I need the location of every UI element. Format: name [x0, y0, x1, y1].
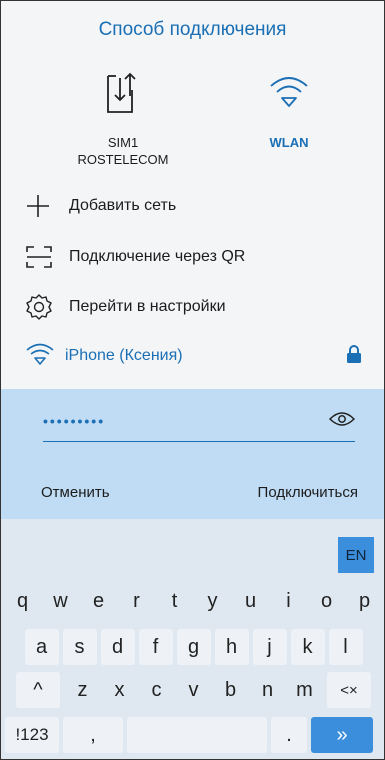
eye-icon[interactable]: [328, 410, 356, 433]
keyboard-row-3: ^ z x c v b n m <×: [1, 672, 384, 708]
add-network-item[interactable]: Добавить сеть: [25, 191, 176, 221]
network-name: iPhone (Ксения): [65, 347, 183, 364]
qr-connect-label: Подключение через QR: [69, 248, 246, 265]
key-s[interactable]: s: [62, 629, 97, 665]
wifi-icon: [25, 342, 55, 371]
key-y[interactable]: y: [194, 583, 232, 619]
connect-button[interactable]: Подключиться: [258, 484, 358, 501]
shift-key[interactable]: ^: [16, 672, 60, 708]
key-x[interactable]: x: [101, 672, 138, 708]
space-key[interactable]: [127, 717, 267, 753]
key-l[interactable]: l: [328, 629, 363, 665]
key-c[interactable]: c: [138, 672, 175, 708]
key-j[interactable]: j: [252, 629, 287, 665]
keyboard-row-1: q w e r t y u i o p: [1, 583, 384, 619]
password-masked-value: •••••••••: [43, 413, 106, 429]
key-w[interactable]: w: [42, 583, 80, 619]
key-z[interactable]: z: [64, 672, 101, 708]
wlan-label: WLAN: [269, 135, 309, 150]
language-key[interactable]: EN: [338, 537, 374, 573]
gear-icon: [25, 293, 61, 321]
key-p[interactable]: p: [346, 583, 384, 619]
qr-connect-item[interactable]: Подключение через QR: [25, 242, 245, 272]
qr-scan-icon: [25, 244, 61, 270]
key-a[interactable]: a: [24, 629, 59, 665]
key-n[interactable]: n: [249, 672, 286, 708]
keyboard-row-4: !123 , . »: [1, 717, 384, 753]
key-b[interactable]: b: [212, 672, 249, 708]
key-f[interactable]: f: [138, 629, 173, 665]
key-k[interactable]: k: [290, 629, 325, 665]
key-t[interactable]: t: [156, 583, 194, 619]
key-v[interactable]: v: [175, 672, 212, 708]
key-h[interactable]: h: [214, 629, 249, 665]
lock-icon: [346, 344, 362, 368]
key-q[interactable]: q: [4, 583, 42, 619]
keyboard-row-2: a s d f g h j k l: [1, 629, 384, 665]
key-e[interactable]: e: [80, 583, 118, 619]
key-d[interactable]: d: [100, 629, 135, 665]
open-settings-label: Перейти в настройки: [69, 298, 226, 315]
backspace-key[interactable]: <×: [327, 672, 371, 708]
dot-key[interactable]: .: [271, 717, 307, 753]
add-network-label: Добавить сеть: [69, 197, 177, 214]
selected-network[interactable]: iPhone (Ксения): [25, 341, 362, 371]
comma-key[interactable]: ,: [63, 717, 123, 753]
sim1-line1: SIM1: [107, 135, 139, 150]
connection-screen: Способ подключения SIM1 ROSTELECOM WLAN: [0, 0, 385, 760]
key-m[interactable]: m: [286, 672, 323, 708]
sim-transfer-icon: [58, 67, 188, 117]
sim1-label: SIM1 ROSTELECOM: [58, 134, 188, 168]
password-panel: ••••••••• Отменить Подключиться: [1, 389, 384, 519]
cancel-button[interactable]: Отменить: [41, 484, 110, 501]
numbers-key[interactable]: !123: [5, 717, 59, 753]
wlan-option[interactable]: WLAN: [224, 67, 354, 151]
keyboard: EN q w e r t y u i o p a s d f g h j k l…: [1, 519, 384, 759]
password-field[interactable]: •••••••••: [43, 401, 356, 442]
key-u[interactable]: u: [232, 583, 270, 619]
key-i[interactable]: i: [270, 583, 308, 619]
key-g[interactable]: g: [176, 629, 211, 665]
open-settings-item[interactable]: Перейти в настройки: [25, 292, 226, 322]
sim1-option[interactable]: SIM1 ROSTELECOM: [58, 67, 188, 168]
enter-key[interactable]: »: [311, 717, 373, 753]
page-title: Способ подключения: [98, 19, 287, 40]
sim1-line2: ROSTELECOM: [77, 152, 169, 167]
wifi-icon: [224, 67, 354, 117]
key-o[interactable]: o: [308, 583, 346, 619]
key-r[interactable]: r: [118, 583, 156, 619]
plus-icon: [25, 193, 61, 219]
